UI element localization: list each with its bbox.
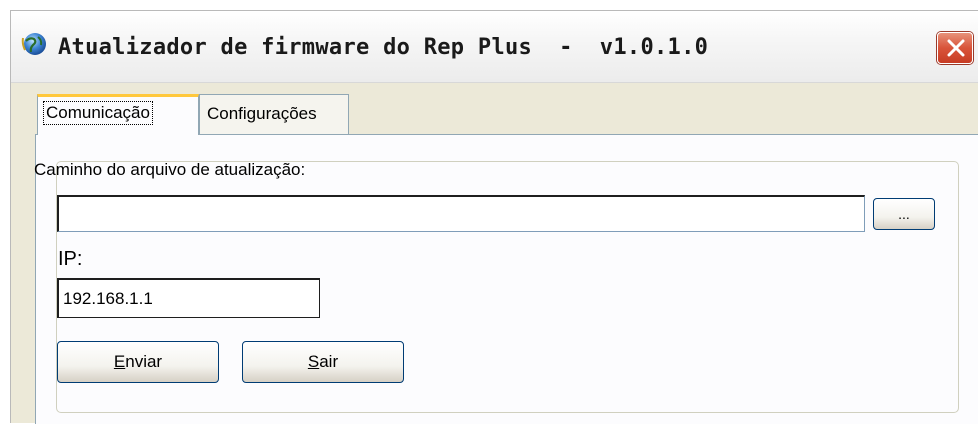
window-title: Atualizador de firmware do Rep Plus - v1…: [58, 35, 709, 60]
close-icon: [947, 39, 965, 57]
exit-button[interactable]: Sair: [242, 341, 404, 383]
browse-button-label: ...: [898, 206, 910, 222]
ip-input[interactable]: [57, 278, 320, 318]
tab-label: Comunicação: [43, 101, 153, 125]
title-bar[interactable]: Atualizador de firmware do Rep Plus - v1…: [11, 11, 978, 83]
tab-comunicacao[interactable]: Comunicação: [37, 94, 199, 135]
path-label: Caminho do arquivo de atualização:: [34, 160, 306, 179]
globe-icon: [21, 31, 47, 57]
close-button[interactable]: [937, 32, 973, 64]
exit-button-label: Sair: [307, 352, 339, 371]
tab-label: Configurações: [207, 104, 317, 123]
tab-configuracoes[interactable]: Configurações: [199, 94, 349, 134]
send-button-label: Enviar: [113, 352, 163, 371]
send-button[interactable]: Enviar: [57, 341, 219, 383]
browse-button[interactable]: ...: [873, 198, 935, 230]
ip-label: IP:: [58, 248, 83, 270]
file-path-input[interactable]: [57, 195, 865, 232]
